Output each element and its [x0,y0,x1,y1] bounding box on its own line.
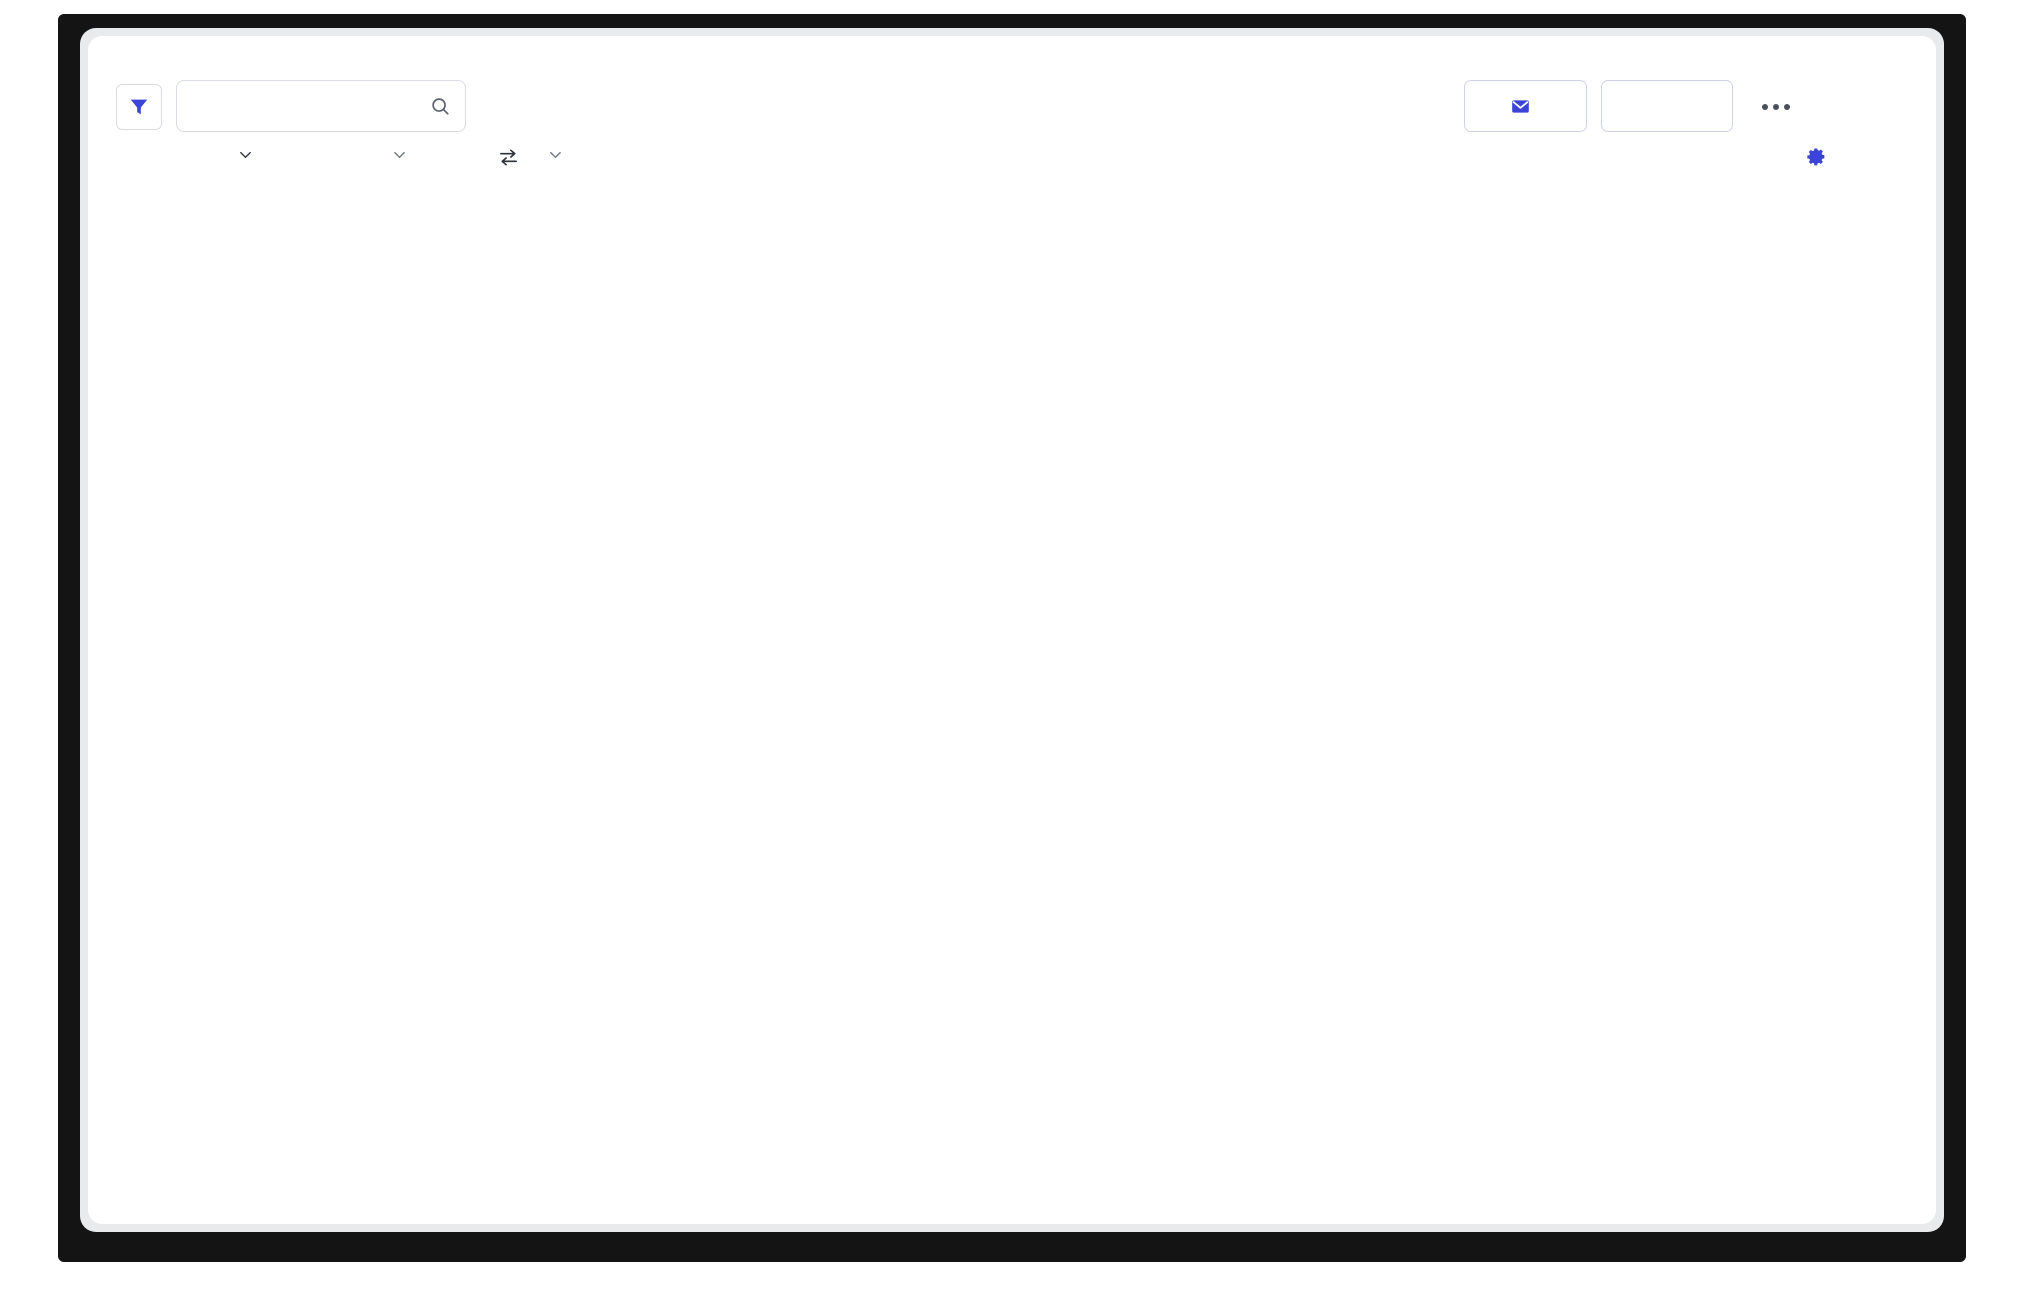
swap-arrows-icon [500,149,517,166]
dot-icon [1773,104,1779,110]
chevron-down-icon [392,146,407,168]
filter-row [88,146,1936,190]
gear-icon [1807,148,1825,166]
group-by-selector[interactable] [378,146,407,168]
search-box[interactable] [176,80,466,132]
envelope-icon [1512,99,1529,113]
swap-button[interactable] [497,146,520,169]
chevron-down-icon [548,146,563,168]
more-options-button[interactable] [1756,94,1796,120]
filter-button[interactable] [116,84,162,130]
kanban-board [88,196,1936,1224]
view-by-selector[interactable] [224,146,253,168]
toolbar [88,36,1936,184]
filter-icon [130,99,148,115]
share-button[interactable] [1464,80,1587,132]
save-view-button[interactable] [1601,80,1733,132]
search-input[interactable] [177,96,429,116]
app-window [88,36,1936,1224]
search-icon [429,95,451,117]
dot-icon [1762,104,1768,110]
chevron-down-icon [238,146,253,168]
sort-selector[interactable] [541,146,563,168]
dot-icon [1784,104,1790,110]
columns-button[interactable] [1806,146,1836,167]
